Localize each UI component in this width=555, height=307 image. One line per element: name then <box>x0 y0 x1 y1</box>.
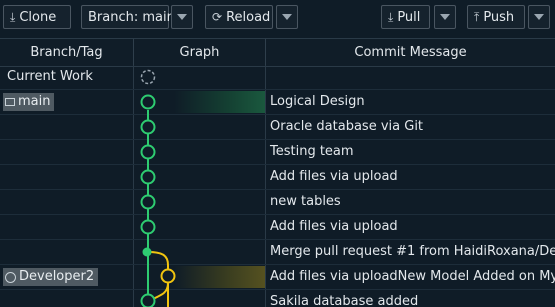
push-button[interactable]: ⤒ Push <box>467 5 525 29</box>
branch-cell <box>0 240 134 264</box>
table-row[interactable]: Oracle database via Git <box>0 115 555 140</box>
branch-cell <box>0 165 134 189</box>
push-label: Push <box>483 9 515 25</box>
clone-button[interactable]: ⤓ Clone <box>3 5 71 29</box>
graph-cell <box>134 215 266 239</box>
lane-highlight <box>174 266 265 288</box>
push-icon: ⤒ <box>474 10 480 24</box>
graph-cell <box>134 290 266 307</box>
branch-select-label: Branch: main <box>88 9 175 25</box>
branch-tag-label: main <box>18 94 51 109</box>
commit-message <box>266 65 555 89</box>
github-icon <box>5 271 16 283</box>
commit-message: Add files via upload <box>270 169 398 184</box>
graph-cell <box>134 165 266 189</box>
chevron-down-icon <box>282 14 292 20</box>
branch-cell: main <box>0 90 134 114</box>
branch-tag[interactable]: main <box>3 93 55 111</box>
commit-message: Add files via upload <box>270 219 398 234</box>
commit-list: Current Work main Logical Design Oracle … <box>0 65 555 307</box>
commit-message: Oracle database via Git <box>270 119 424 134</box>
table-row[interactable]: Sakila database added <box>0 290 555 307</box>
table-row[interactable]: Add files via upload <box>0 165 555 190</box>
reload-icon: ⟳ <box>212 10 223 24</box>
graph-cell <box>134 140 266 164</box>
column-header-graph[interactable]: Graph <box>134 39 266 66</box>
column-header-branch[interactable]: Branch/Tag <box>0 39 134 66</box>
table-row[interactable]: Testing team <box>0 140 555 165</box>
reload-button[interactable]: ⟳ Reload <box>205 5 273 29</box>
commit-message: Merge pull request #1 from HaidiRoxana/D… <box>270 244 555 259</box>
chevron-down-icon <box>440 14 450 20</box>
pull-icon: ⤓ <box>388 10 394 24</box>
download-icon: ⤓ <box>10 10 16 24</box>
graph-cell <box>134 190 266 214</box>
table-row[interactable]: Add files via upload <box>0 215 555 240</box>
branch-dropdown-button[interactable] <box>171 5 193 29</box>
branch-cell <box>0 215 134 239</box>
commit-message: Testing team <box>270 144 354 159</box>
chevron-down-icon <box>534 14 544 20</box>
table-row[interactable]: Current Work <box>0 65 555 90</box>
branch-cell <box>0 115 134 139</box>
graph-cell <box>134 115 266 139</box>
commit-message: Sakila database added <box>270 294 419 307</box>
commit-message: Logical Design <box>270 94 365 109</box>
monitor-icon <box>5 98 15 106</box>
chevron-down-icon <box>177 14 187 20</box>
commit-message: Add files via uploadNew Model Added on M… <box>270 269 555 284</box>
reload-label: Reload <box>226 9 271 25</box>
clone-label: Clone <box>19 9 57 25</box>
column-header: Branch/Tag Graph Commit Message <box>0 38 555 67</box>
graph-cell <box>134 65 266 89</box>
reload-dropdown-button[interactable] <box>276 5 298 29</box>
branch-cell: Developer2 <box>0 265 134 289</box>
graph-cell <box>134 240 266 264</box>
table-row[interactable]: main Logical Design <box>0 90 555 115</box>
branch-cell <box>0 140 134 164</box>
branch-select[interactable]: Branch: main <box>81 5 175 29</box>
graph-cell <box>134 90 266 114</box>
branch-cell <box>0 290 134 307</box>
table-row[interactable]: Merge pull request #1 from HaidiRoxana/D… <box>0 240 555 265</box>
table-row[interactable]: Developer2 Add files via uploadNew Model… <box>0 265 555 290</box>
table-row[interactable]: new tables <box>0 190 555 215</box>
graph-cell <box>134 265 266 289</box>
commit-message: new tables <box>270 194 341 209</box>
toolbar: ⤓ Clone Branch: main ⟳ Reload ⤓ Pull ⤒ P… <box>0 0 555 36</box>
branch-tag-label: Developer2 <box>19 269 95 284</box>
column-header-message[interactable]: Commit Message <box>266 39 555 66</box>
branch-tag[interactable]: Developer2 <box>3 268 99 286</box>
push-dropdown-button[interactable] <box>528 5 550 29</box>
branch-cell: Current Work <box>0 65 134 89</box>
branch-cell <box>0 190 134 214</box>
pull-button[interactable]: ⤓ Pull <box>381 5 430 29</box>
pull-dropdown-button[interactable] <box>434 5 456 29</box>
pull-label: Pull <box>397 9 421 25</box>
lane-highlight <box>174 91 265 113</box>
